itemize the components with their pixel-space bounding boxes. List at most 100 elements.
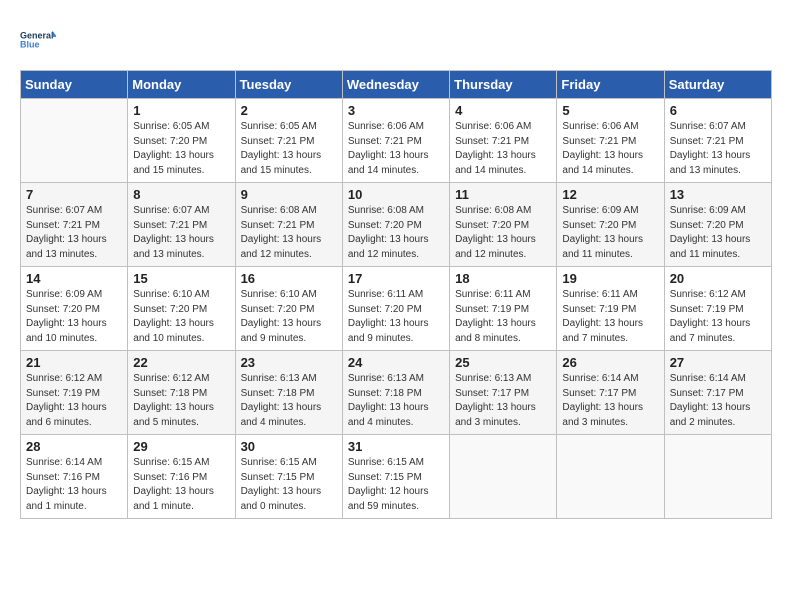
cell-content: Sunrise: 6:05 AMSunset: 7:20 PMDaylight:… [133, 120, 229, 178]
cell-content: Sunrise: 6:14 AMSunset: 7:17 PMDaylight:… [670, 372, 766, 430]
day-number: 21 [26, 355, 122, 370]
calendar-cell: 12 Sunrise: 6:09 AMSunset: 7:20 PMDayligh… [557, 183, 664, 267]
cell-content: Sunrise: 6:08 AMSunset: 7:21 PMDaylight:… [241, 204, 337, 262]
day-number: 30 [241, 439, 337, 454]
day-number: 14 [26, 271, 122, 286]
calendar-cell: 23Sunrise: 6:13 AMSunset: 7:18 PMDayligh… [235, 351, 342, 435]
cell-content: Sunrise: 6:06 AMSunset: 7:21 PMDaylight:… [562, 120, 658, 178]
day-number: 20 [670, 271, 766, 286]
day-number: 6 [670, 103, 766, 118]
calendar-cell: 27 Sunrise: 6:14 AMSunset: 7:17 PMDayligh… [664, 351, 771, 435]
header: General Blue [20, 20, 772, 60]
cell-content: Sunrise: 6:12 AMSunset: 7:19 PMDaylight:… [670, 288, 766, 346]
day-number: 18 [455, 271, 551, 286]
column-header-wednesday: Wednesday [342, 71, 449, 99]
calendar-cell: 8Sunrise: 6:07 AMSunset: 7:21 PMDaylight… [128, 183, 235, 267]
cell-content: Sunrise: 6:10 AMSunset: 7:20 PMDaylight:… [241, 288, 337, 346]
cell-content: Sunrise: 6:15 AMSunset: 7:15 PMDaylight:… [241, 456, 337, 514]
day-number: 9 [241, 187, 337, 202]
column-header-saturday: Saturday [664, 71, 771, 99]
day-number: 11 [455, 187, 551, 202]
day-number: 24 [348, 355, 444, 370]
calendar-cell [664, 435, 771, 519]
cell-content: Sunrise: 6:09 AMSunset: 7:20 PMDaylight:… [562, 204, 658, 262]
calendar-cell: 29 Sunrise: 6:15 AMSunset: 7:16 PMDayligh… [128, 435, 235, 519]
cell-content: Sunrise: 6:08 AMSunset: 7:20 PMDaylight:… [348, 204, 444, 262]
calendar-cell: 14 Sunrise: 6:09 AMSunset: 7:20 PMDayligh… [21, 267, 128, 351]
week-row-2: 7Sunrise: 6:07 AMSunset: 7:21 PMDaylight… [21, 183, 772, 267]
day-number: 27 [670, 355, 766, 370]
svg-text:Blue: Blue [20, 40, 40, 50]
cell-content: Sunrise: 6:09 AMSunset: 7:20 PMDaylight:… [670, 204, 766, 262]
day-number: 12 [562, 187, 658, 202]
calendar-cell: 22Sunrise: 6:12 AMSunset: 7:18 PMDayligh… [128, 351, 235, 435]
day-number: 13 [670, 187, 766, 202]
cell-content: Sunrise: 6:06 AMSunset: 7:21 PMDaylight:… [348, 120, 444, 178]
cell-content: Sunrise: 6:05 AMSunset: 7:21 PMDaylight:… [241, 120, 337, 178]
column-header-tuesday: Tuesday [235, 71, 342, 99]
column-header-monday: Monday [128, 71, 235, 99]
day-number: 19 [562, 271, 658, 286]
cell-content: Sunrise: 6:12 AMSunset: 7:19 PMDaylight:… [26, 372, 122, 430]
column-header-sunday: Sunday [21, 71, 128, 99]
calendar-table: SundayMondayTuesdayWednesdayThursdayFrid… [20, 70, 772, 519]
cell-content: Sunrise: 6:12 AMSunset: 7:18 PMDaylight:… [133, 372, 229, 430]
calendar-cell: 24 Sunrise: 6:13 AMSunset: 7:18 PMDayligh… [342, 351, 449, 435]
week-row-5: 28Sunrise: 6:14 AMSunset: 7:16 PMDayligh… [21, 435, 772, 519]
day-number: 28 [26, 439, 122, 454]
calendar-cell [21, 99, 128, 183]
cell-content: Sunrise: 6:11 AMSunset: 7:19 PMDaylight:… [455, 288, 551, 346]
cell-content: Sunrise: 6:09 AMSunset: 7:20 PMDaylight:… [26, 288, 122, 346]
calendar-cell: 13 Sunrise: 6:09 AMSunset: 7:20 PMDayligh… [664, 183, 771, 267]
calendar-cell: 30 Sunrise: 6:15 AMSunset: 7:15 PMDayligh… [235, 435, 342, 519]
calendar-cell: 17Sunrise: 6:11 AMSunset: 7:20 PMDayligh… [342, 267, 449, 351]
week-row-4: 21 Sunrise: 6:12 AMSunset: 7:19 PMDayligh… [21, 351, 772, 435]
calendar-cell: 11 Sunrise: 6:08 AMSunset: 7:20 PMDayligh… [450, 183, 557, 267]
day-number: 16 [241, 271, 337, 286]
week-row-3: 14 Sunrise: 6:09 AMSunset: 7:20 PMDayligh… [21, 267, 772, 351]
calendar-cell: 7Sunrise: 6:07 AMSunset: 7:21 PMDaylight… [21, 183, 128, 267]
calendar-cell: 2 Sunrise: 6:05 AMSunset: 7:21 PMDaylight… [235, 99, 342, 183]
day-number: 29 [133, 439, 229, 454]
cell-content: Sunrise: 6:06 AMSunset: 7:21 PMDaylight:… [455, 120, 551, 178]
calendar-cell [557, 435, 664, 519]
logo-svg: General Blue [20, 20, 56, 60]
day-number: 17 [348, 271, 444, 286]
cell-content: Sunrise: 6:11 AMSunset: 7:19 PMDaylight:… [562, 288, 658, 346]
week-row-1: 1Sunrise: 6:05 AMSunset: 7:20 PMDaylight… [21, 99, 772, 183]
calendar-cell: 9 Sunrise: 6:08 AMSunset: 7:21 PMDaylight… [235, 183, 342, 267]
day-number: 10 [348, 187, 444, 202]
calendar-cell: 28Sunrise: 6:14 AMSunset: 7:16 PMDayligh… [21, 435, 128, 519]
calendar-cell: 5 Sunrise: 6:06 AMSunset: 7:21 PMDaylight… [557, 99, 664, 183]
column-header-thursday: Thursday [450, 71, 557, 99]
day-number: 3 [348, 103, 444, 118]
day-number: 25 [455, 355, 551, 370]
calendar-cell: 26Sunrise: 6:14 AMSunset: 7:17 PMDayligh… [557, 351, 664, 435]
calendar-cell: 31 Sunrise: 6:15 AMSunset: 7:15 PMDayligh… [342, 435, 449, 519]
cell-content: Sunrise: 6:13 AMSunset: 7:17 PMDaylight:… [455, 372, 551, 430]
calendar-cell: 18 Sunrise: 6:11 AMSunset: 7:19 PMDayligh… [450, 267, 557, 351]
calendar-cell: 25 Sunrise: 6:13 AMSunset: 7:17 PMDayligh… [450, 351, 557, 435]
calendar-cell: 16 Sunrise: 6:10 AMSunset: 7:20 PMDayligh… [235, 267, 342, 351]
calendar-cell: 19 Sunrise: 6:11 AMSunset: 7:19 PMDayligh… [557, 267, 664, 351]
day-number: 8 [133, 187, 229, 202]
day-number: 5 [562, 103, 658, 118]
calendar-cell: 21 Sunrise: 6:12 AMSunset: 7:19 PMDayligh… [21, 351, 128, 435]
column-header-friday: Friday [557, 71, 664, 99]
day-number: 2 [241, 103, 337, 118]
cell-content: Sunrise: 6:15 AMSunset: 7:16 PMDaylight:… [133, 456, 229, 514]
calendar-cell: 3 Sunrise: 6:06 AMSunset: 7:21 PMDaylight… [342, 99, 449, 183]
logo: General Blue [20, 20, 56, 60]
cell-content: Sunrise: 6:13 AMSunset: 7:18 PMDaylight:… [241, 372, 337, 430]
calendar-cell: 10 Sunrise: 6:08 AMSunset: 7:20 PMDayligh… [342, 183, 449, 267]
day-number: 26 [562, 355, 658, 370]
day-number: 15 [133, 271, 229, 286]
header-row: SundayMondayTuesdayWednesdayThursdayFrid… [21, 71, 772, 99]
cell-content: Sunrise: 6:13 AMSunset: 7:18 PMDaylight:… [348, 372, 444, 430]
cell-content: Sunrise: 6:15 AMSunset: 7:15 PMDaylight:… [348, 456, 444, 514]
cell-content: Sunrise: 6:08 AMSunset: 7:20 PMDaylight:… [455, 204, 551, 262]
cell-content: Sunrise: 6:07 AMSunset: 7:21 PMDaylight:… [26, 204, 122, 262]
day-number: 31 [348, 439, 444, 454]
calendar-cell: 20 Sunrise: 6:12 AMSunset: 7:19 PMDayligh… [664, 267, 771, 351]
cell-content: Sunrise: 6:10 AMSunset: 7:20 PMDaylight:… [133, 288, 229, 346]
